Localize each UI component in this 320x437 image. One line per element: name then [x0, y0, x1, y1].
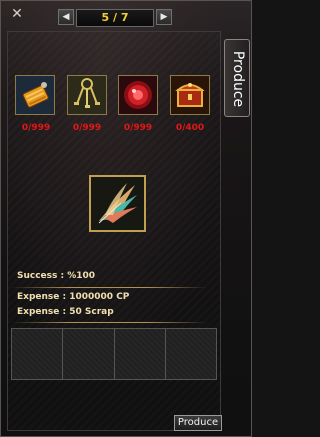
material-count-3: 0/999 [123, 123, 153, 133]
output-slot-1[interactable] [12, 329, 64, 379]
feather-wing-icon [91, 177, 144, 230]
result-item-slot[interactable] [89, 175, 146, 232]
orange-tag-bundle-icon [16, 76, 54, 114]
produce-window: ✕ ◀ 5 / 7 ▶ Produce 0/999 0/999 0/999 0/… [0, 0, 252, 437]
jewel-chest-icon [171, 76, 209, 114]
divider [11, 287, 207, 288]
key-ring-icon [68, 76, 106, 114]
output-slot-3[interactable] [114, 329, 166, 379]
material-count-1: 0/999 [21, 123, 51, 133]
arrow-right-icon: ▶ [160, 12, 168, 22]
success-rate-text: Success : %100 [17, 271, 96, 281]
page-indicator: 5 / 7 [76, 9, 154, 27]
close-button[interactable]: ✕ [9, 6, 25, 22]
output-slot-2[interactable] [63, 329, 115, 379]
expense-cp-text: Expense : 1000000 CP [17, 292, 130, 302]
material-slot-4[interactable] [170, 75, 210, 115]
arrow-left-icon: ◀ [62, 12, 70, 22]
material-count-4: 0/400 [175, 123, 205, 133]
next-page-button[interactable]: ▶ [156, 9, 172, 25]
material-slot-2[interactable] [67, 75, 107, 115]
output-slot-grid [11, 328, 217, 380]
tab-produce-label: Produce [230, 50, 246, 108]
divider [11, 322, 207, 323]
prev-page-button[interactable]: ◀ [58, 9, 74, 25]
red-orb-icon [119, 76, 157, 114]
tab-produce[interactable]: Produce [224, 39, 250, 117]
material-slot-3[interactable] [118, 75, 158, 115]
produce-button[interactable]: Produce [174, 415, 222, 431]
close-icon: ✕ [11, 6, 23, 22]
material-slot-1[interactable] [15, 75, 55, 115]
output-slot-4[interactable] [165, 329, 216, 379]
material-count-2: 0/999 [72, 123, 102, 133]
expense-scrap-text: Expense : 50 Scrap [17, 307, 114, 317]
